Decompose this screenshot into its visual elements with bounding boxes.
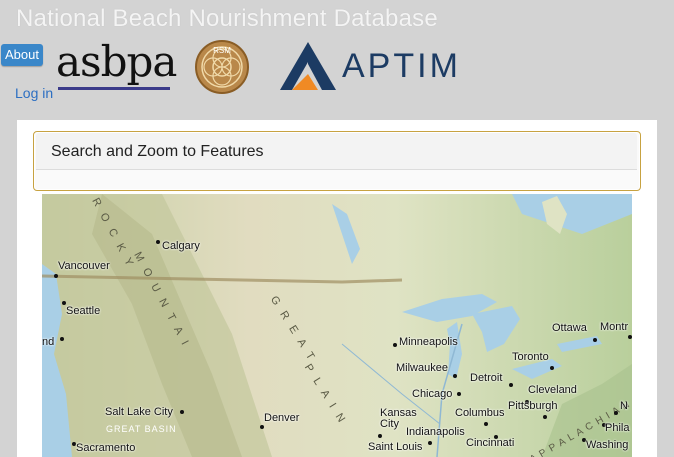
city-dot [614,411,618,415]
city-dot [260,425,264,429]
city-label[interactable]: Vancouver [58,260,110,272]
city-dot [60,337,64,341]
search-zoom-title: Search and Zoom to Features [51,143,264,160]
city-dot [484,422,488,426]
city-dot [628,335,632,339]
city-dot [453,374,457,378]
city-label[interactable]: Phila [605,422,629,434]
asbpa-logo-underline [58,87,170,90]
city-dot [593,338,597,342]
city-dot [156,240,160,244]
rsm-logo: RSM [195,40,249,94]
city-dot [457,392,461,396]
city-label[interactable]: Cleveland [528,384,577,396]
login-link[interactable]: Log in [15,85,53,101]
city-label[interactable]: Salt Lake City [105,406,173,418]
map-view[interactable]: R O C K Y M O U N T A I G R E A T P L A … [42,194,632,457]
city-dot [393,343,397,347]
city-dot [428,441,432,445]
city-dot [54,274,58,278]
city-label[interactable]: Denver [264,412,299,424]
city-label[interactable]: Saint Louis [368,441,422,453]
city-label[interactable]: Chicago [412,388,452,400]
aptim-logo: APTIM [342,47,461,85]
city-label[interactable]: Toronto [512,351,549,363]
site-title: National Beach Nourishment Database [16,5,438,32]
city-dot [509,383,513,387]
city-label[interactable]: Detroit [470,372,502,384]
about-button[interactable]: About [1,44,43,66]
city-dot [543,415,547,419]
city-dot [378,434,382,438]
city-label[interactable]: Washing [586,439,628,451]
city-label[interactable]: Milwaukee [396,362,448,374]
city-label[interactable]: Indianapolis [406,426,465,438]
city-dot [550,366,554,370]
rsm-logo-text: RSM [213,46,231,55]
city-label[interactable]: Calgary [162,240,200,252]
asbpa-logo: asbpa [56,37,177,86]
city-label[interactable]: Pittsburgh [508,400,558,412]
aptim-logo-mark [280,42,336,90]
city-label[interactable]: Minneapolis [399,336,458,348]
city-dot [180,410,184,414]
city-label[interactable]: nd [42,336,54,348]
city-label[interactable]: Seattle [66,305,100,317]
region-label-great-basin: GREAT BASIN [106,424,177,434]
city-label[interactable]: Ottawa [552,322,587,334]
city-label[interactable]: N [620,400,628,412]
city-label[interactable]: Cincinnati [466,437,514,449]
city-label[interactable]: Montr [600,321,628,333]
city-label[interactable]: Sacramento [76,442,135,454]
city-label[interactable]: Columbus [455,407,505,419]
